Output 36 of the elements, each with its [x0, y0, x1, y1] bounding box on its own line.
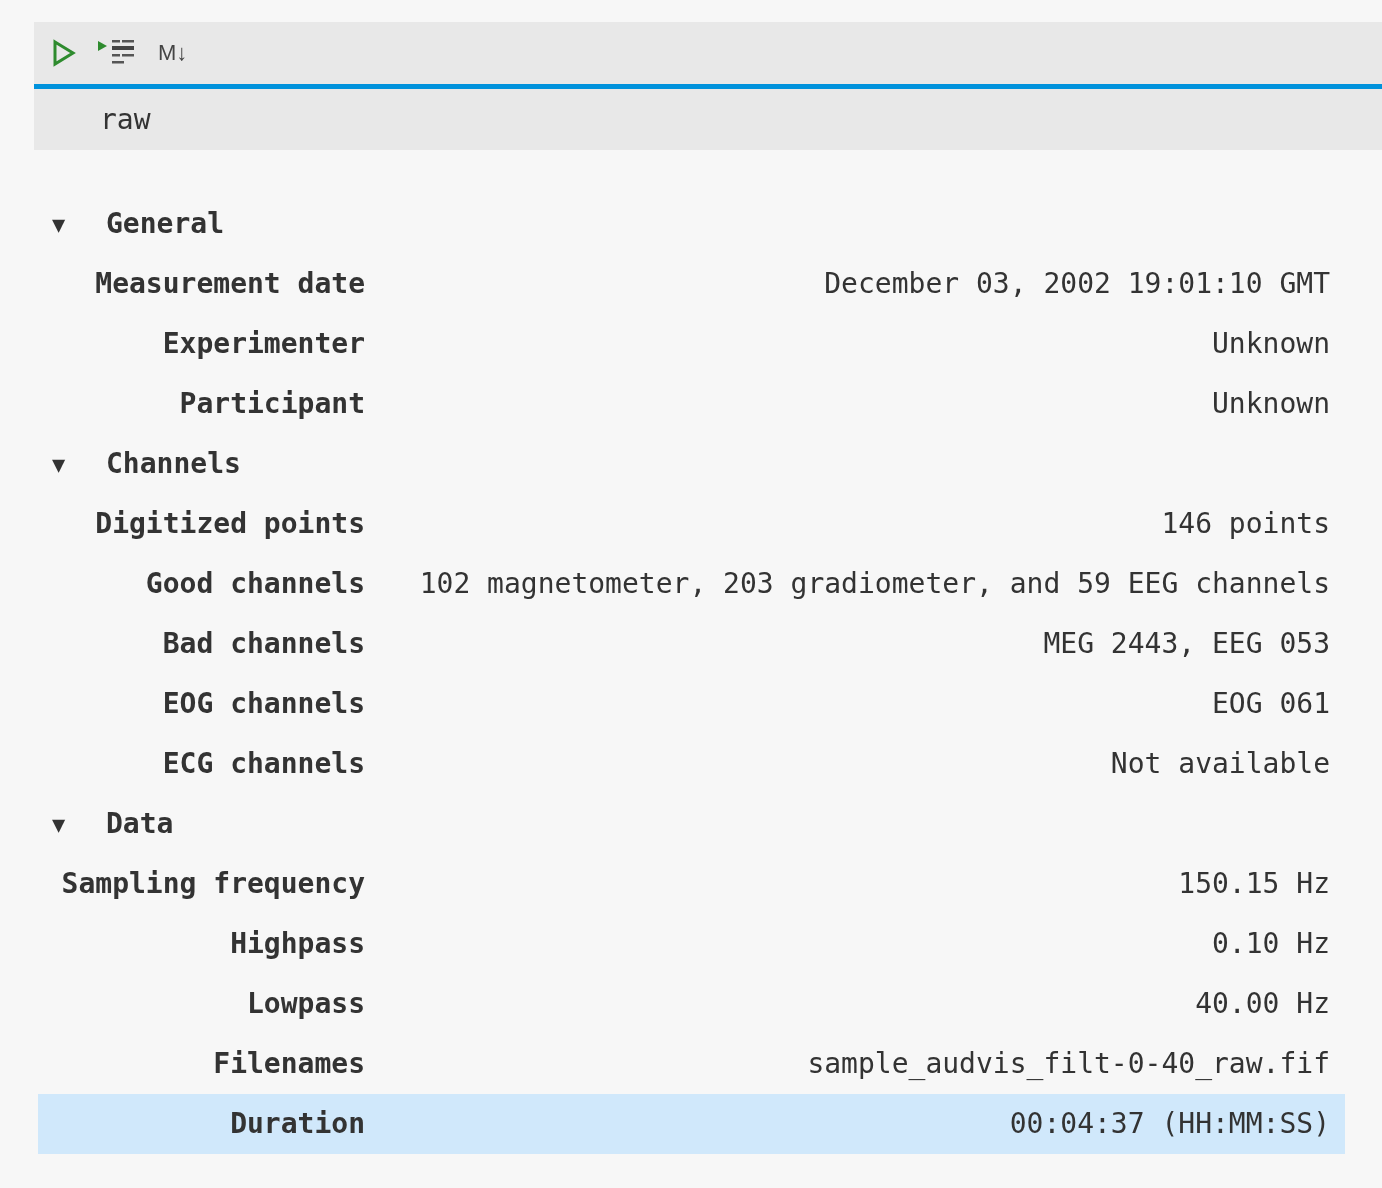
row-label: Experimenter [161, 326, 365, 362]
row-value: 146 points [1160, 506, 1331, 542]
row-value: 40.00 Hz [1194, 986, 1331, 1022]
row-value: 00:04:37 (HH:MM:SS) [1008, 1106, 1331, 1142]
row-label: Sampling frequency [60, 866, 365, 902]
row-value: December 03, 2002 19:01:10 GMT [823, 266, 1331, 302]
row-value: Not available [1109, 746, 1331, 782]
section-title: Data [106, 806, 174, 842]
row-value: MEG 2443, EEG 053 [1042, 626, 1331, 662]
section-title: General [106, 206, 224, 242]
row-label: Filenames [212, 1046, 365, 1082]
row-value: sample_audvis_filt-0-40_raw.fif [806, 1046, 1331, 1082]
run-all-icon[interactable] [98, 39, 136, 67]
row-value: 150.15 Hz [1177, 866, 1331, 902]
row-label: Participant [178, 386, 365, 422]
row-label: Bad channels [161, 626, 365, 662]
row-label: Lowpass [246, 986, 365, 1022]
markdown-button[interactable]: M↓ [158, 42, 188, 64]
section-toggle[interactable]: ▼ [38, 807, 106, 841]
row-value: Unknown [1211, 386, 1331, 422]
row-label: Duration [229, 1106, 365, 1142]
row-label: Measurement date [94, 266, 365, 302]
row-label: EOG channels [161, 686, 365, 722]
section-title: Channels [106, 446, 241, 482]
code-input[interactable]: raw [100, 98, 151, 141]
run-icon[interactable] [52, 39, 76, 67]
row-label: ECG channels [161, 746, 365, 782]
section-toggle[interactable]: ▼ [38, 447, 106, 481]
row-label: Good channels [144, 566, 365, 602]
row-value: 0.10 Hz [1211, 926, 1331, 962]
section-toggle[interactable]: ▼ [38, 207, 106, 241]
row-label: Digitized points [94, 506, 365, 542]
row-label: Highpass [229, 926, 365, 962]
row-value: EOG 061 [1211, 686, 1331, 722]
row-value: 102 magnetometer, 203 gradiometer, and 59 EEG channels [418, 566, 1331, 602]
row-value: Unknown [1211, 326, 1331, 362]
